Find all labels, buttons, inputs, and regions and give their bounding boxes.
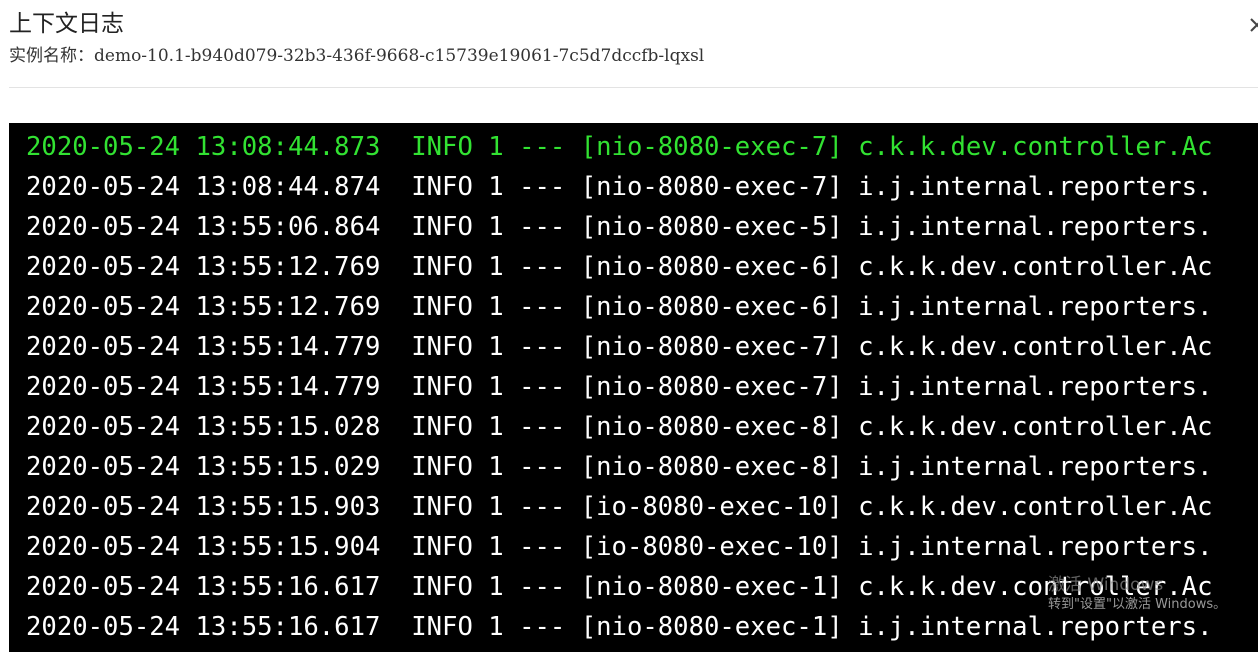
log-line: 2020-05-24 13:55:14.779 INFO 1 --- [nio-… <box>26 332 1213 362</box>
log-line: 2020-05-24 13:08:44.873 INFO 1 --- [nio-… <box>26 132 1213 162</box>
log-line: 2020-05-24 13:55:15.904 INFO 1 --- [io-8… <box>26 532 1213 562</box>
log-line: 2020-05-24 13:55:06.864 INFO 1 --- [nio-… <box>26 212 1213 242</box>
instance-info: 实例名称：demo-10.1-b940d079-32b3-436f-9668-c… <box>9 41 704 66</box>
log-line: 2020-05-24 13:55:15.029 INFO 1 --- [nio-… <box>26 452 1213 482</box>
header-divider <box>9 87 1258 88</box>
log-line: 2020-05-24 13:55:12.769 INFO 1 --- [nio-… <box>26 292 1213 322</box>
log-line: 2020-05-24 13:55:14.779 INFO 1 --- [nio-… <box>26 372 1213 402</box>
instance-label: 实例名称： <box>9 46 94 66</box>
close-icon[interactable] <box>1246 14 1258 36</box>
log-line: 2020-05-24 13:55:15.903 INFO 1 --- [io-8… <box>26 492 1213 522</box>
log-line: 2020-05-24 13:55:16.617 INFO 1 --- [nio-… <box>26 612 1213 642</box>
instance-name: demo-10.1-b940d079-32b3-436f-9668-c15739… <box>94 46 705 66</box>
log-line: 2020-05-24 13:55:12.769 INFO 1 --- [nio-… <box>26 252 1213 282</box>
log-panel[interactable]: 2020-05-24 13:08:44.873 INFO 1 --- [nio-… <box>9 123 1258 652</box>
dialog-title: 上下文日志 <box>9 11 124 37</box>
log-line: 2020-05-24 13:55:15.028 INFO 1 --- [nio-… <box>26 412 1213 442</box>
dialog-header: 上下文日志 实例名称：demo-10.1-b940d079-32b3-436f-… <box>0 0 1258 90</box>
log-line: 2020-05-24 13:55:16.617 INFO 1 --- [nio-… <box>26 572 1213 602</box>
log-line: 2020-05-24 13:08:44.874 INFO 1 --- [nio-… <box>26 172 1213 202</box>
